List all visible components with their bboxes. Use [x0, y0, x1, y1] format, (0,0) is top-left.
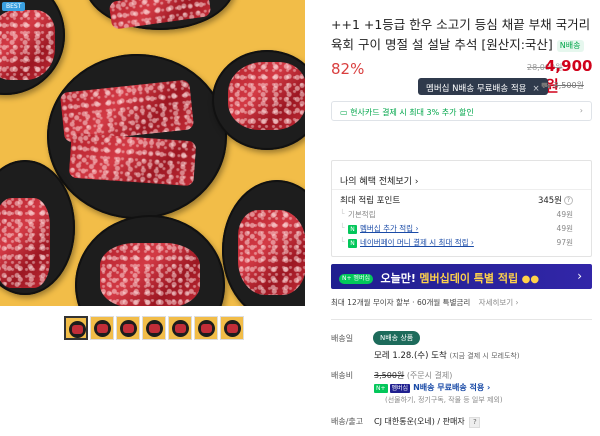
points-title-text: 최대 적립 포인트 [340, 196, 401, 206]
points-total: 345원? [538, 194, 573, 206]
points-row-label: 기본적립 [348, 210, 376, 219]
meat-slice [100, 243, 200, 306]
points-row-label[interactable]: N 멤버십 추가 적립 › [348, 223, 418, 234]
divider [331, 319, 592, 320]
naver-n-icon: N [348, 225, 357, 234]
points-row: └ N 멤버십 추가 적립 › 49원 [340, 223, 581, 234]
points-row-value: 97원 [556, 238, 573, 247]
naver-pay-icon: N [348, 239, 357, 248]
points-row-value: 49원 [556, 224, 573, 233]
points-row-label-text: 멤버십 추가 적립 › [360, 224, 419, 233]
close-icon[interactable]: × [533, 84, 540, 94]
free-shipping-link[interactable]: N+ 멤버십 N배송 무료배송 적용 › [374, 382, 490, 393]
shipping-fee-label: 배송비 [331, 371, 354, 380]
shipping-fee-small: ⛟ 3,500원 [541, 80, 584, 91]
thumbnail-5[interactable] [168, 316, 192, 340]
question-icon[interactable]: ? [469, 417, 481, 428]
truck-icon: ⛟ [541, 81, 552, 90]
coins-icon: ●● [521, 274, 540, 285]
meat-slice [228, 62, 305, 130]
shipping-exclusion-note: (선물하기, 정기구독, 작물 등 일부 제외) [385, 396, 503, 404]
meat-slice [68, 132, 197, 187]
tree-branch-icon: └ [340, 237, 345, 246]
meat-slice [0, 198, 50, 288]
seller-info-text: CJ 대한통운(오네) / 판매자 [374, 417, 465, 426]
thumbnail-4[interactable] [142, 316, 166, 340]
card-discount-banner[interactable]: ▭ 현사카드 결제 시 최대 3% 추가 할인 › [331, 101, 592, 121]
membership-day-banner[interactable]: N+ 멤버십 오늘만! 멤버십데이 특별 적립 ●● › [331, 264, 592, 289]
discount-rate: 82% [331, 60, 365, 78]
product-title-text: ++1 +1등급 한우 소고기 등심 채끝 부채 국거리 육회 구이 명절 설 … [331, 17, 591, 52]
shipping-fee-strike: 3,500원 [374, 371, 405, 380]
product-main-image: BEST [0, 0, 305, 306]
n-delivery-badge: N배송 [556, 40, 584, 52]
tree-branch-icon: └ [340, 223, 345, 232]
tooltip-text: 멤버십 N배송 무료배송 적용 [426, 84, 527, 94]
shipping-fee-note: (주문시 결제) [406, 371, 453, 380]
points-title: 최대 적립 포인트 [340, 194, 400, 206]
chevron-right-icon: › [577, 269, 582, 283]
n-delivery-product-badge: N배송 상품 [373, 331, 421, 345]
card-banner-text: 현사카드 결제 시 최대 3% 추가 할인 [350, 108, 474, 117]
sale-tag: BEST [2, 2, 26, 11]
delivery-date-note: (지금 결제 시 모레도착) [449, 352, 520, 360]
delivery-date-text: 모레 1.28.(수) 도착 [374, 351, 447, 361]
points-row-value: 49원 [556, 210, 573, 219]
points-row-label-text: 네이버페이 머니 결제 시 최대 적립 › [360, 238, 474, 247]
membership-badge: N+ 멤버십 [339, 274, 373, 284]
seller-info: CJ 대한통운(오네) / 판매자 ? [374, 416, 481, 428]
shipping-fee-original: 3,500원 (주문시 결제) [374, 370, 452, 381]
n-plus-badge: N+ [374, 384, 388, 393]
card-icon: ▭ [340, 108, 348, 117]
meat-slice [238, 210, 305, 295]
chevron-right-icon: › [579, 106, 583, 115]
meat-slice [0, 10, 55, 80]
banner-text-main: 오늘만! [380, 272, 416, 285]
points-total-value: 345원 [537, 196, 562, 206]
thumbnail-2[interactable] [90, 316, 114, 340]
points-row-label[interactable]: N 네이버페이 머니 결제 시 최대 적립 › [348, 237, 474, 248]
thumbnail-7[interactable] [220, 316, 244, 340]
shipping-fee-strike: 3,500원 [553, 81, 584, 90]
thumbnail-6[interactable] [194, 316, 218, 340]
shipping-tooltip: 멤버십 N배송 무료배송 적용 × [418, 78, 548, 95]
tree-branch-icon: └ [340, 209, 345, 218]
delivery-date: 모레 1.28.(수) 도착 (지금 결제 시 모레도착) [374, 349, 520, 361]
question-icon[interactable]: ? [564, 196, 573, 205]
delivery-badge-text: N배송 상품 [380, 334, 414, 342]
installment-text: 최대 12개월 무이자 할부 · 60개월 특별금리 [331, 298, 471, 307]
free-shipping-text: N배송 무료배송 적용 › [413, 383, 491, 392]
seller-label: 배송/출고 [331, 417, 364, 426]
product-title: ++1 +1등급 한우 소고기 등심 채끝 부채 국거리 육회 구이 명절 설 … [331, 15, 593, 55]
membership-badge: 멤버십 [389, 384, 411, 393]
points-row: └ N 네이버페이 머니 결제 시 최대 적립 › 97원 [340, 237, 581, 248]
points-row: └ 기본적립 49원 [340, 209, 581, 220]
thumbnail-1[interactable] [64, 316, 88, 340]
thumbnail-3[interactable] [116, 316, 140, 340]
divider [332, 189, 591, 190]
delivery-label: 배송일 [331, 334, 354, 343]
banner-text-accent: 멤버십데이 특별 적립 [419, 272, 519, 285]
installment-info: 최대 12개월 무이자 할부 · 60개월 특별금리 자세히보기 › [331, 297, 519, 308]
installment-detail-link[interactable]: 자세히보기 › [479, 298, 519, 307]
benefits-view-all-link[interactable]: 나의 혜택 전체보기 › [340, 174, 418, 187]
benefit-box: 나의 혜택 전체보기 › 최대 적립 포인트 345원? └ 기본적립 49원 … [331, 160, 592, 257]
